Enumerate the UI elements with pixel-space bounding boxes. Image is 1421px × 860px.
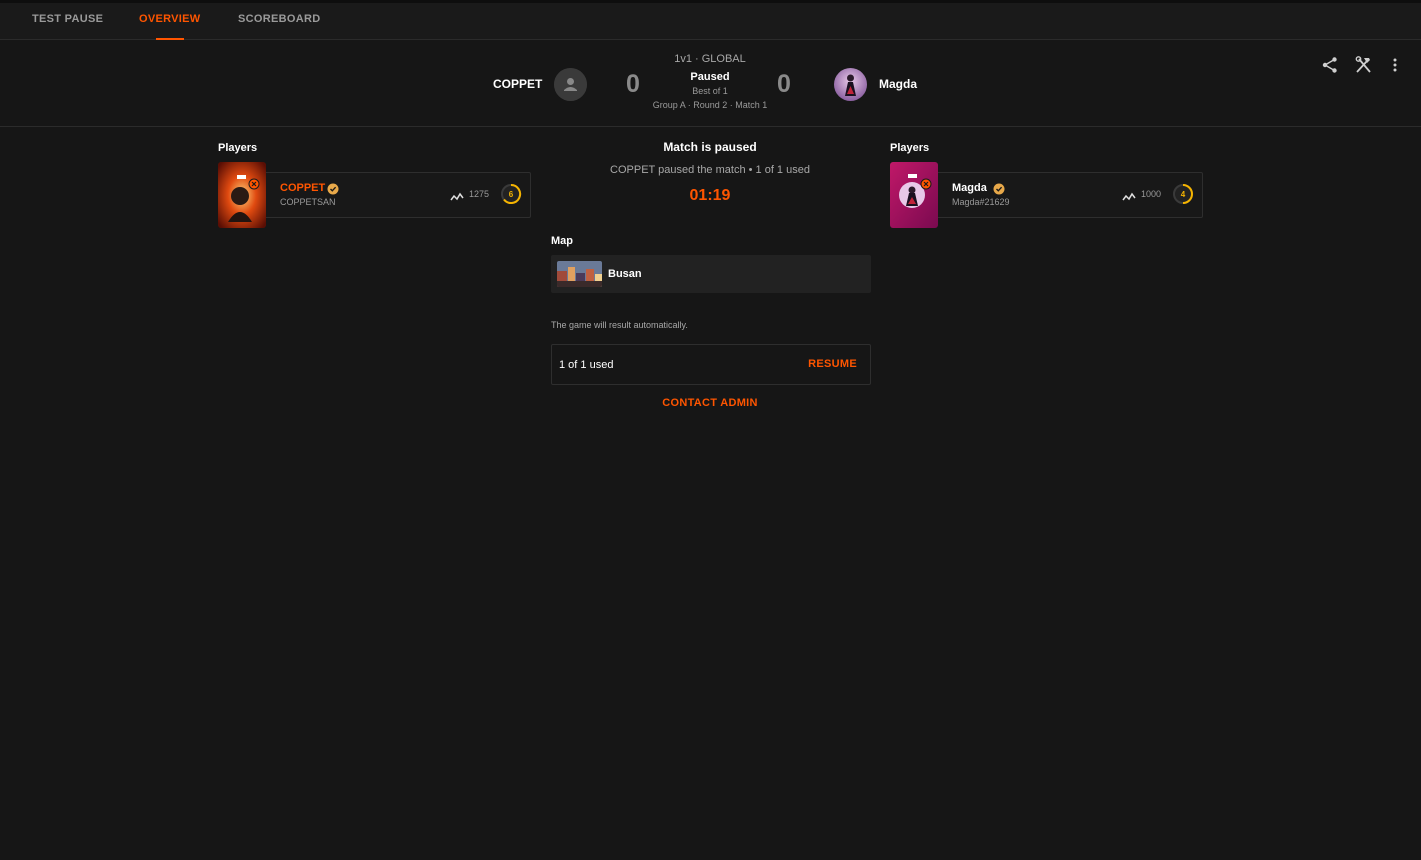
default-user-icon (554, 68, 587, 101)
player-elo: 1000 (1141, 189, 1162, 199)
player-elo: 1275 (469, 189, 490, 199)
map-thumbnail (557, 261, 602, 287)
skill-level-number: 6 (509, 190, 514, 199)
group-round-label: Group A · Round 2 · Match 1 (652, 100, 768, 110)
match-header: 1v1 · GLOBAL COPPET 0 Paused Best of 1 G… (0, 40, 1421, 127)
map-name: Busan (608, 268, 642, 280)
left-players-title: Players (218, 142, 258, 154)
team2-score: 0 (777, 70, 791, 98)
more-vertical-icon[interactable] (1389, 56, 1409, 76)
team2-avatar-image (834, 68, 867, 101)
skill-level-icon: 6 (500, 183, 522, 205)
verified-badge-icon (993, 182, 1005, 195)
team2-avatar[interactable] (834, 68, 867, 101)
player-account: COPPETSAN (280, 197, 336, 207)
player-name[interactable]: COPPET (280, 182, 325, 194)
skill-level-number: 4 (1181, 190, 1186, 199)
team1-avatar[interactable] (554, 68, 587, 101)
contact-admin-button[interactable]: CONTACT ADMIN (560, 397, 860, 409)
tab-scoreboard[interactable]: SCOREBOARD (238, 13, 320, 25)
pause-title: Match is paused (663, 140, 757, 154)
left-player-avatar[interactable] (218, 162, 266, 228)
resume-button[interactable]: RESUME (808, 358, 857, 370)
pause-usage-text: 1 of 1 used (559, 359, 614, 371)
pause-usage-box: 1 of 1 used RESUME (551, 344, 871, 385)
player-account: Magda#21629 (952, 197, 1010, 207)
right-player-avatar[interactable] (890, 162, 938, 228)
map-card[interactable]: Busan (551, 255, 871, 293)
right-players-title: Players (890, 142, 930, 154)
share-icon[interactable] (1321, 56, 1341, 76)
tab-test-pause[interactable]: TEST PAUSE (32, 13, 103, 25)
skill-level-icon: 4 (1172, 183, 1194, 205)
team1-name[interactable]: COPPET (493, 77, 542, 91)
match-mode-label: 1v1 · GLOBAL (674, 53, 746, 65)
player-name[interactable]: Magda (952, 182, 987, 194)
tab-overview[interactable]: OVERVIEW (139, 13, 201, 25)
auto-result-note: The game will result automatically. (551, 320, 688, 330)
team2-name[interactable]: Magda (879, 77, 917, 91)
admin-tools-icon[interactable] (1354, 56, 1374, 76)
elo-trend-icon (450, 189, 464, 201)
map-title: Map (551, 235, 573, 247)
verified-badge-icon (327, 182, 339, 195)
pause-timer: 01:19 (689, 187, 731, 204)
top-tab-bar: TEST PAUSE OVERVIEW SCOREBOARD (0, 0, 1421, 40)
pause-subtitle: COPPET paused the match • 1 of 1 used (610, 164, 810, 176)
elo-trend-icon (1122, 189, 1136, 201)
